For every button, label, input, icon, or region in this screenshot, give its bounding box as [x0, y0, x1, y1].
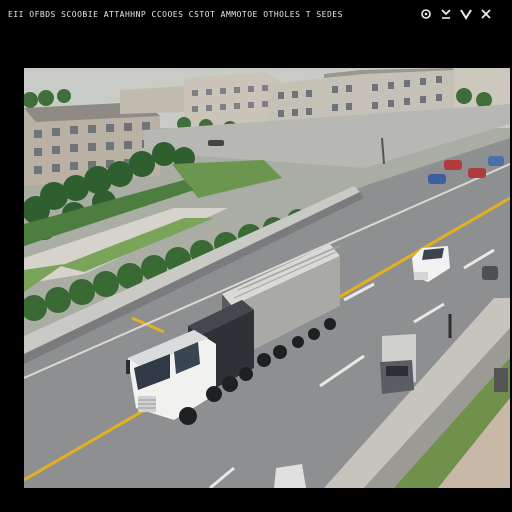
toolbar-icons: [420, 8, 492, 20]
download-icon[interactable]: [440, 8, 452, 20]
car-bottom: [274, 464, 306, 488]
settings-icon[interactable]: [420, 8, 432, 20]
highway-image: [24, 68, 510, 488]
truck-small: [380, 334, 416, 394]
title-bar: EII OFBDS SCOOBIE ATTAHHNP CCOOES CSTOT …: [0, 0, 512, 30]
close-icon[interactable]: [480, 8, 492, 20]
chevron-down-icon[interactable]: [460, 8, 472, 20]
window-title: EII OFBDS SCOOBIE ATTAHHNP CCOOES CSTOT …: [8, 10, 343, 19]
